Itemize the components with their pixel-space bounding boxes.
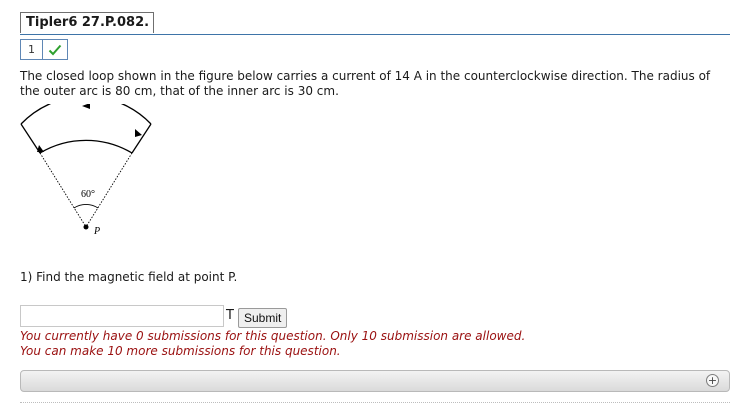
question-text: The closed loop shown in the figure belo… xyxy=(20,69,711,98)
submit-button[interactable]: Submit xyxy=(238,308,288,328)
angle-label: 60° xyxy=(81,189,95,200)
expand-panel-bar[interactable]: + xyxy=(20,370,730,392)
checkmark-icon xyxy=(43,40,67,59)
status-badge: 1 xyxy=(20,39,68,60)
point-label: P xyxy=(93,226,100,237)
unit-label: T xyxy=(226,308,234,323)
submission-count-message: You currently have 0 submissions for thi… xyxy=(20,329,526,343)
question-number: 1 xyxy=(21,40,43,59)
plus-icon[interactable]: + xyxy=(706,374,719,387)
question-title: Tipler6 27.P.082. xyxy=(20,12,155,33)
title-divider xyxy=(20,34,730,35)
loop-figure: 60° P xyxy=(18,95,158,242)
remaining-submissions-message: You can make 10 more submissions for thi… xyxy=(20,344,341,358)
part-prompt: 1) Find the magnetic field at point P. xyxy=(20,270,238,284)
bottom-divider xyxy=(20,402,730,403)
answer-input[interactable] xyxy=(20,305,224,327)
